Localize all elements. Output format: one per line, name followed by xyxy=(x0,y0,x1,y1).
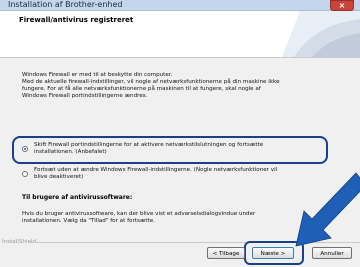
installer-window: Installation af Brother-enhed × Firewall… xyxy=(0,0,360,267)
close-icon: × xyxy=(338,1,346,10)
option-continue-radio[interactable] xyxy=(22,171,28,177)
intro-line-1: Windows Firewall er med til at beskytte … xyxy=(22,72,173,78)
footer-divider xyxy=(30,242,360,243)
antivirus-heading: Til brugere af antivirussoftware: xyxy=(22,194,133,201)
intro-line-4: Windows Firewall portindstillingerne ænd… xyxy=(22,93,148,99)
intro-line-2: Med de aktuelle firewall-indstillinger, … xyxy=(22,79,280,85)
title-bar: Installation af Brother-enhed × xyxy=(0,0,360,11)
page-title: Firewall/antivirus registreret xyxy=(19,16,134,24)
back-button[interactable]: < Tilbage xyxy=(207,247,245,259)
option1-line-2: installationen. (Anbefalet) xyxy=(34,149,107,155)
option-change-firewall-radio[interactable] xyxy=(22,146,28,152)
header-graphic xyxy=(282,11,360,57)
window-title: Installation af Brother-enhed xyxy=(8,0,123,9)
antivirus-text: Hvis du bruger antivirussoftware, kan de… xyxy=(22,211,255,225)
antivirus-line-1: Hvis du bruger antivirussoftware, kan de… xyxy=(22,211,256,217)
cancel-button[interactable]: Annuller xyxy=(312,247,352,259)
intro-text: Windows Firewall er med til at beskytte … xyxy=(22,72,280,100)
option2-line-2: blive deaktiveret) xyxy=(34,174,84,180)
option2-line-1: Fortsæt uden at ændre Windows Firewall-i… xyxy=(34,167,278,173)
option1-line-1: Skift Firewall portindstillingerne for a… xyxy=(34,142,264,148)
next-button[interactable]: Næste > xyxy=(252,247,294,259)
option-change-firewall-label[interactable]: Skift Firewall portindstillingerne for a… xyxy=(34,142,263,156)
close-button[interactable]: × xyxy=(330,0,354,11)
option-continue-label[interactable]: Fortsæt uden at ændre Windows Firewall-i… xyxy=(34,167,277,181)
antivirus-line-2: installationen. Vælg da "Tillad" for at … xyxy=(22,218,155,224)
intro-line-3: fungere. For at få alle netværksfunktion… xyxy=(22,86,261,92)
radio-selected-dot xyxy=(24,148,26,150)
header-panel: Firewall/antivirus registreret xyxy=(0,11,360,58)
